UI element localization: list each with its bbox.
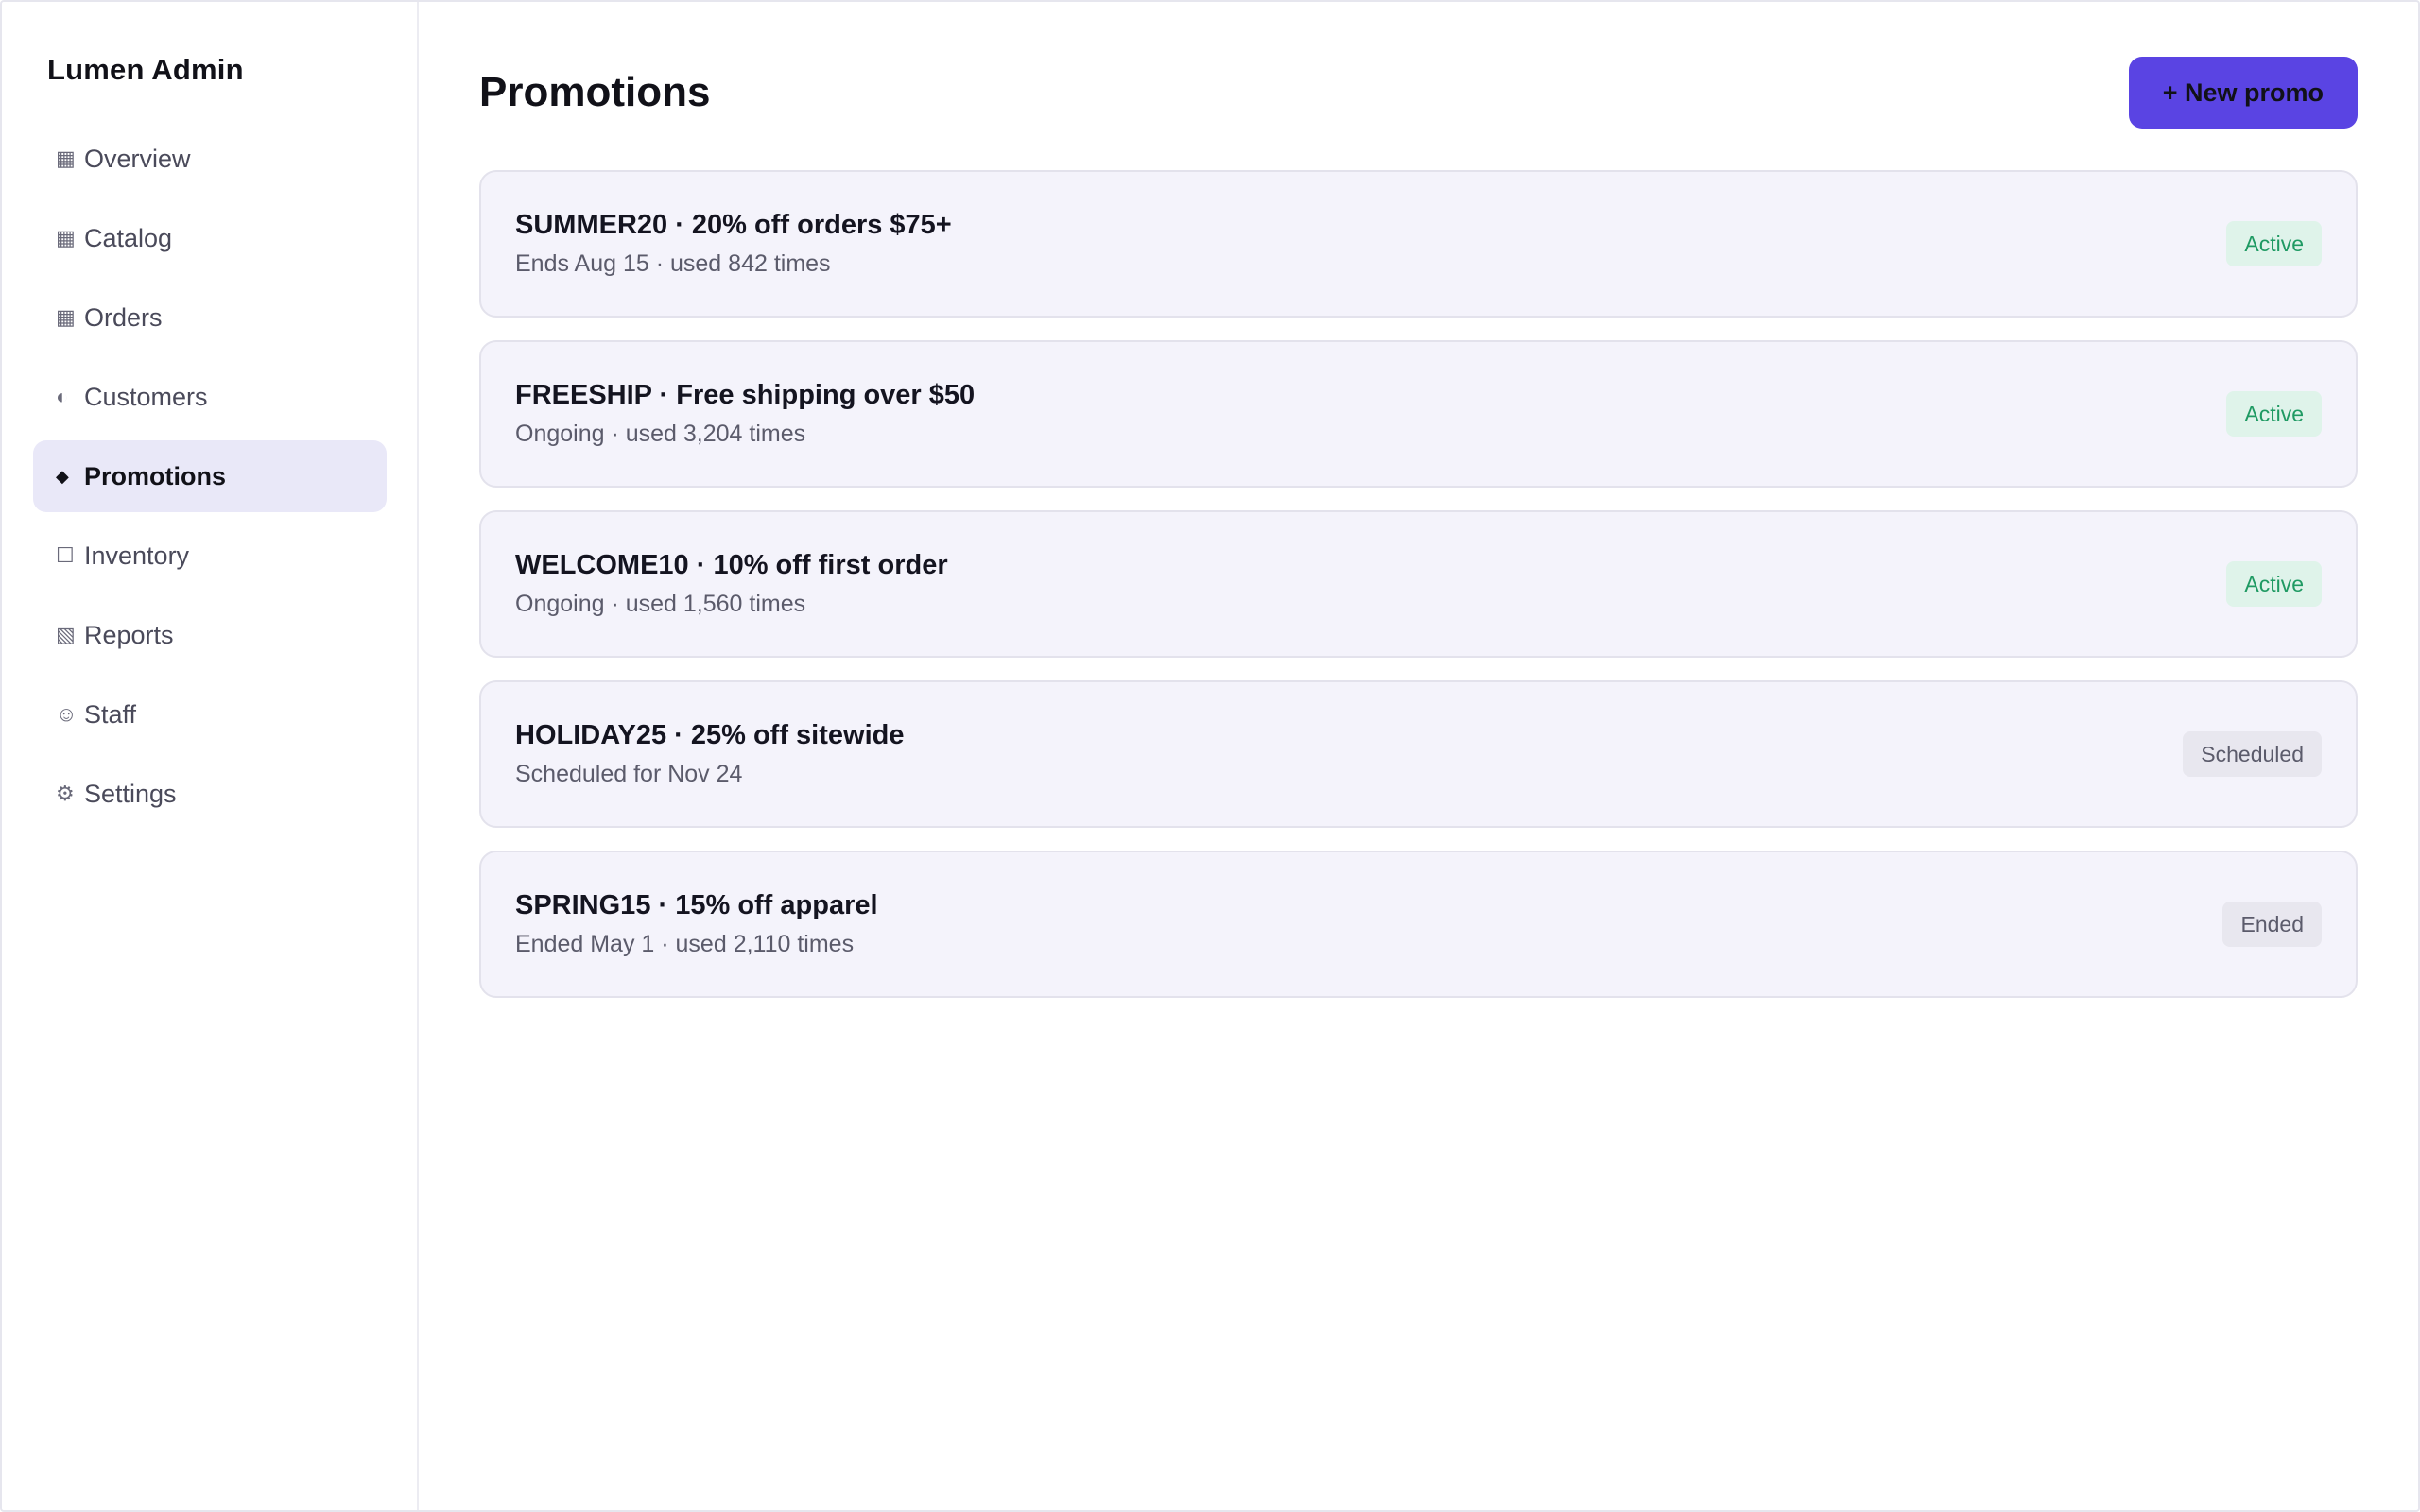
sidebar-item-label: Catalog xyxy=(84,223,173,252)
customers-icon: ◐ xyxy=(56,385,69,408)
promotion-card[interactable]: WELCOME10 · 10% off first order Ongoing ·… xyxy=(479,510,2358,658)
promotion-subtitle: Ends Aug 15 · used 842 times xyxy=(515,250,831,277)
sidebar-item-label: Settings xyxy=(84,779,177,808)
sidebar-item-label: Overview xyxy=(84,144,191,173)
sidebar-nav: ▦ Overview ▦ Catalog ▦ Orders ◐ Customers ◆ Promo… xyxy=(2,123,417,830)
sidebar: Lumen Admin ▦ Overview ▦ Catalog ▦ Orders ◐ Cus… xyxy=(2,2,419,1510)
sidebar-item-inventory[interactable]: ☐ Inventory xyxy=(33,520,387,592)
page-header: Promotions + New promo xyxy=(479,57,2358,129)
orders-icon: ▦ xyxy=(56,305,76,329)
promotion-subtitle: Ended May 1 · used 2,110 times xyxy=(515,931,855,957)
page-title: Promotions xyxy=(479,69,711,115)
sidebar-item-settings[interactable]: ⚙ Settings xyxy=(33,758,387,830)
sidebar-item-promotions[interactable]: ◆ Promotions xyxy=(33,440,387,512)
promotion-card[interactable]: HOLIDAY25 · 25% off sitewide Scheduled fo… xyxy=(479,680,2358,828)
overview-icon: ▦ xyxy=(56,146,76,170)
sidebar-item-label: Orders xyxy=(84,302,163,332)
sidebar-item-label: Staff xyxy=(84,699,137,729)
promotion-card[interactable]: FREESHIP · Free shipping over $50 Ongoing… xyxy=(479,340,2358,488)
brand-title: Lumen Admin xyxy=(47,53,244,86)
sidebar-item-overview[interactable]: ▦ Overview xyxy=(33,123,387,195)
sidebar-item-label: Inventory xyxy=(84,541,190,570)
promotion-title: HOLIDAY25 · 25% off sitewide xyxy=(515,720,905,750)
app-window: Lumen Admin ▦ Overview ▦ Catalog ▦ Orders ◐ Cus… xyxy=(0,0,2420,1512)
inventory-icon: ☐ xyxy=(56,543,75,567)
promotion-text: HOLIDAY25 · 25% off sitewide Scheduled fo… xyxy=(515,720,904,788)
main-content: Promotions + New promo SUMMER20 · 20% of… xyxy=(419,2,2418,1510)
sidebar-item-orders[interactable]: ▦ Orders xyxy=(33,282,387,353)
promotion-subtitle: Scheduled for Nov 24 xyxy=(515,761,743,787)
status-badge: Active xyxy=(2226,221,2322,266)
status-badge: Active xyxy=(2226,561,2322,607)
new-promo-button[interactable]: + New promo xyxy=(2128,57,2358,129)
promotion-text: SPRING15 · 15% off apparel Ended May 1 · … xyxy=(515,890,878,958)
promotion-text: SUMMER20 · 20% off orders $75+ Ends Aug 1… xyxy=(515,210,952,278)
promotion-title: SPRING15 · 15% off apparel xyxy=(515,890,878,920)
promotions-icon: ◆ xyxy=(56,466,69,486)
promotion-title: SUMMER20 · 20% off orders $75+ xyxy=(515,210,952,240)
promotion-card[interactable]: SPRING15 · 15% off apparel Ended May 1 · … xyxy=(479,850,2358,998)
sidebar-item-reports[interactable]: ▧ Reports xyxy=(33,599,387,671)
promotion-title: WELCOME10 · 10% off first order xyxy=(515,550,948,580)
staff-icon: ☺ xyxy=(56,702,78,726)
sidebar-item-customers[interactable]: ◐ Customers xyxy=(33,361,387,433)
promotion-subtitle: Ongoing · used 1,560 times xyxy=(515,591,806,617)
sidebar-item-staff[interactable]: ☺ Staff xyxy=(33,679,387,750)
promotion-card[interactable]: SUMMER20 · 20% off orders $75+ Ends Aug 1… xyxy=(479,170,2358,318)
status-badge: Scheduled xyxy=(2183,731,2322,777)
sidebar-item-label: Reports xyxy=(84,620,174,649)
settings-icon: ⚙ xyxy=(56,782,75,805)
status-badge: Active xyxy=(2226,391,2322,437)
catalog-icon: ▦ xyxy=(56,226,76,249)
sidebar-item-label: Customers xyxy=(84,382,208,411)
promotion-list: SUMMER20 · 20% off orders $75+ Ends Aug 1… xyxy=(479,170,2358,998)
promotion-subtitle: Ongoing · used 3,204 times xyxy=(515,421,806,447)
status-badge: Ended xyxy=(2222,902,2322,947)
sidebar-item-catalog[interactable]: ▦ Catalog xyxy=(33,202,387,274)
promotion-text: FREESHIP · Free shipping over $50 Ongoing… xyxy=(515,380,975,448)
promotion-text: WELCOME10 · 10% off first order Ongoing ·… xyxy=(515,550,948,618)
promotion-title: FREESHIP · Free shipping over $50 xyxy=(515,380,976,410)
sidebar-item-label: Promotions xyxy=(84,461,227,490)
reports-icon: ▧ xyxy=(56,623,76,646)
